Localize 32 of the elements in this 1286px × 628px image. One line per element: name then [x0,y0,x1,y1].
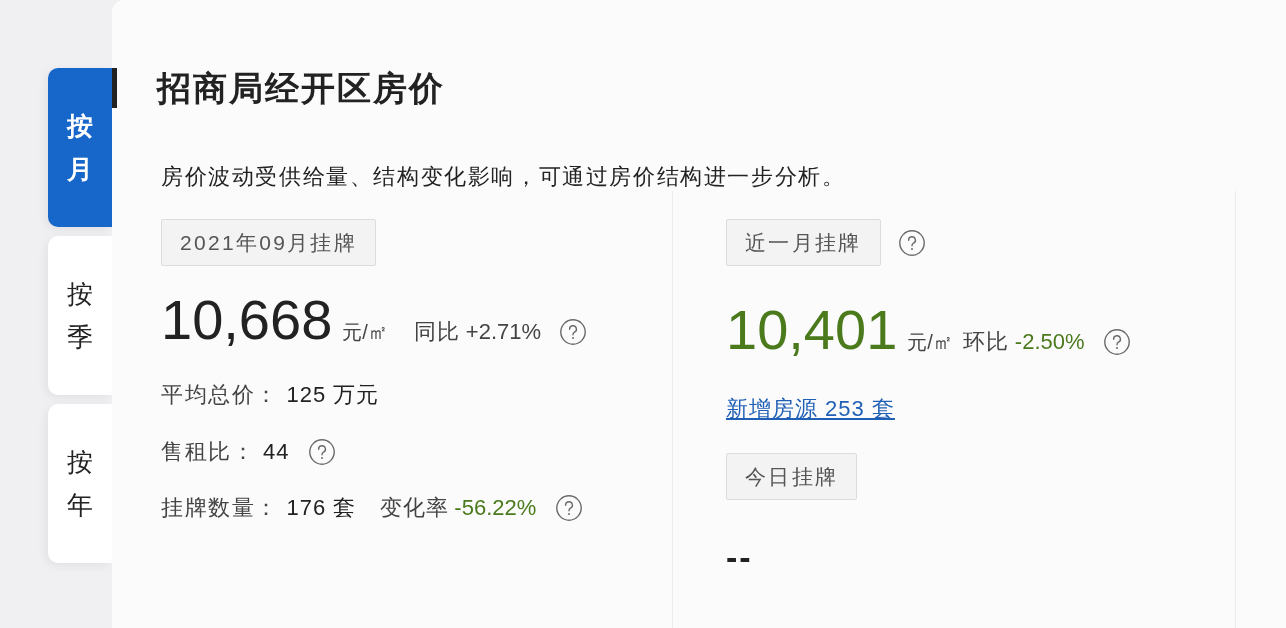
tab[interactable]: 按季 [48,236,112,395]
change-label: 变化率 [380,494,450,522]
comparison-value: +2.71% [465,318,542,346]
comparison-label: 环比 [962,328,1009,356]
help-icon[interactable] [1103,329,1130,355]
stat-value: 44 [263,438,290,465]
comparison-value: -2.50% [1014,328,1085,356]
help-icon[interactable] [898,229,925,256]
help-icon[interactable] [556,495,583,521]
help-icon[interactable] [560,319,587,345]
price-value: 10,668 [161,290,333,350]
price-unit: 元/㎡ [907,330,953,355]
stat-label: 售租比： [161,437,255,466]
stat-label: 挂牌数量： [161,494,279,522]
period-tag: 2021年09月挂牌 [161,219,377,266]
help-icon[interactable] [309,438,336,465]
stat-label: 平均总价： [161,381,279,409]
new-listings-link[interactable]: 新增房源 253 套 [726,394,895,424]
comparison-label: 同比 [413,318,460,346]
change-value: -56.22% [454,495,537,521]
stat-value: 125 万元 [286,381,380,409]
price-unit: 元/㎡ [342,320,388,345]
tab[interactable]: 按年 [48,404,112,563]
period-tag: 今日挂牌 [726,453,858,500]
page-title: 招商局经开区房价 [157,68,445,108]
today-value: -- [726,537,753,577]
description-text: 房价波动受供给量、结构变化影响，可通过房价结构进一步分析。 [161,163,846,191]
price-value: 10,401 [726,300,898,360]
title-accent-bar [112,68,117,108]
stat-value: 176 套 [286,494,357,522]
period-tag: 近一月挂牌 [726,219,881,266]
tab[interactable]: 按月 [48,68,112,227]
